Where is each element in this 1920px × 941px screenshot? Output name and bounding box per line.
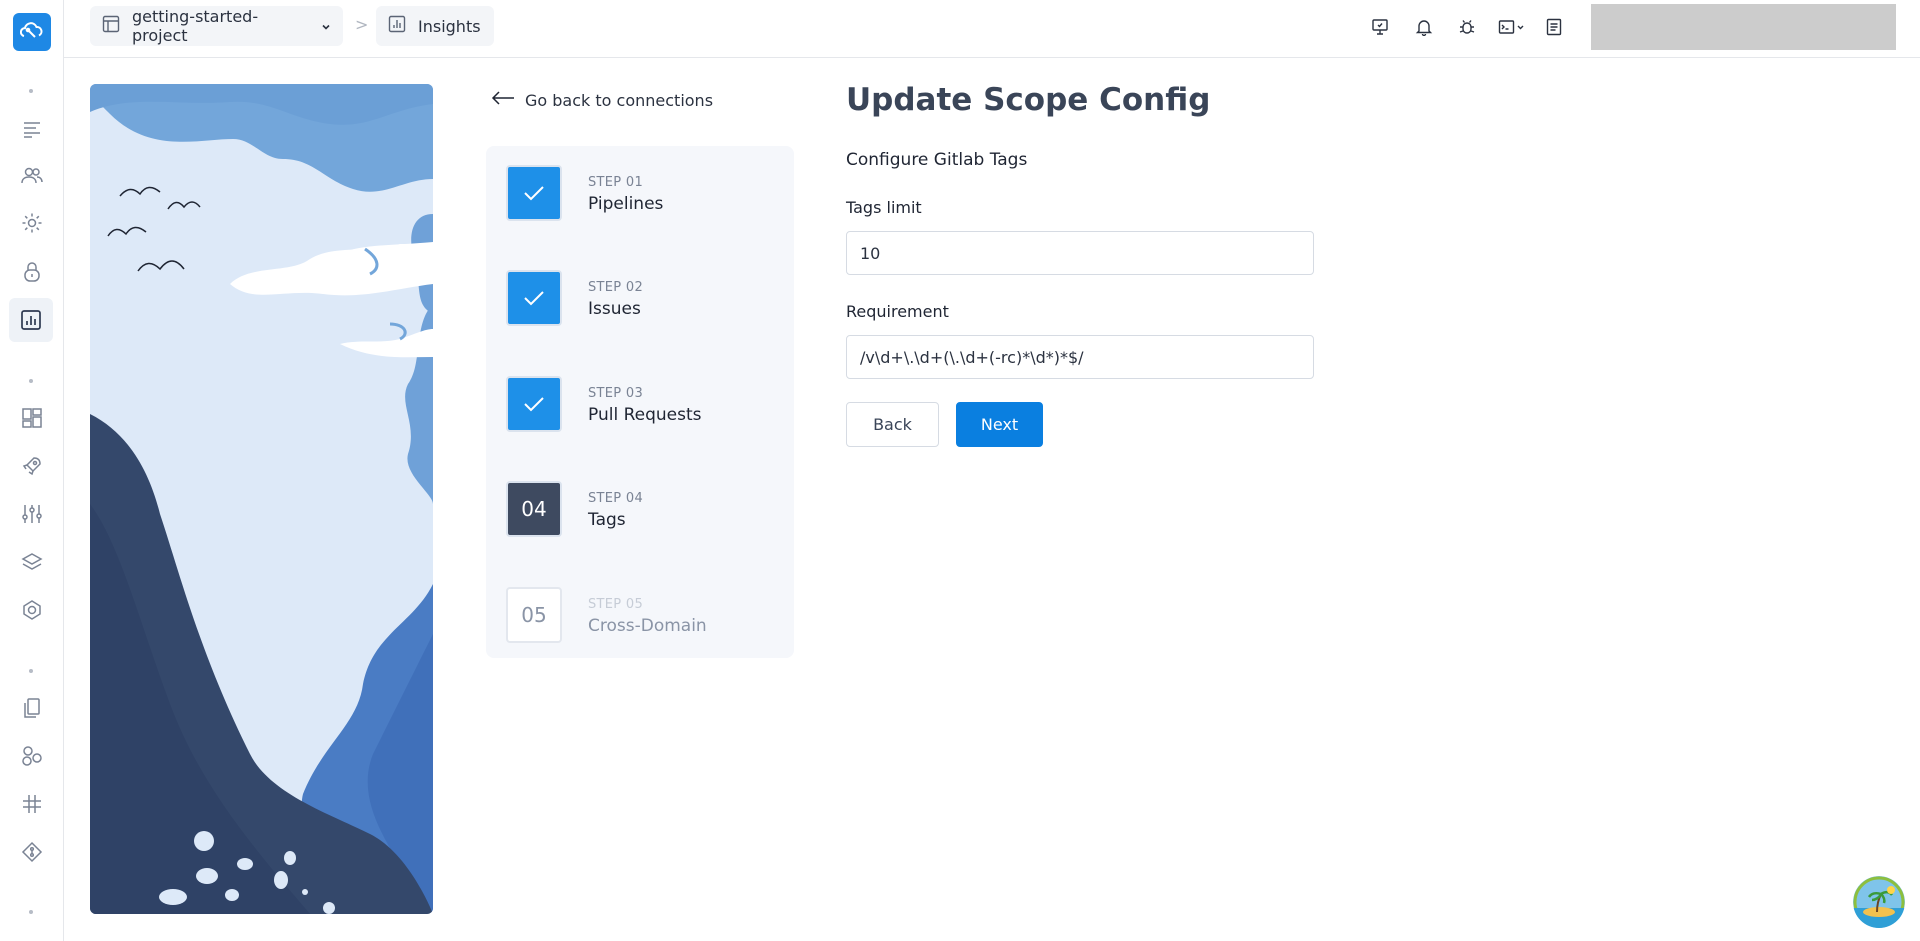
chart-icon [388,15,406,37]
step-cross-domain[interactable]: 05 STEP 05 Cross-Domain [506,587,776,647]
section-title: Configure Gitlab Tags [846,150,1028,170]
step-tags[interactable]: 04 STEP 04 Tags [506,481,776,541]
breadcrumb-page-label: Insights [418,16,481,36]
step-badge: 04 [506,481,562,537]
step-name: Cross-Domain [588,616,707,636]
project-name: getting-started-project [132,7,259,45]
requirement-label: Requirement [846,302,949,321]
helper-avatar[interactable] [1853,876,1905,928]
user-profile-redacted[interactable] [1591,4,1896,50]
breadcrumb-separator: > [355,15,369,34]
sliders-icon[interactable] [18,500,46,528]
page-title: Update Scope Config [846,82,1211,118]
badge-icon[interactable] [18,596,46,624]
bell-icon[interactable] [1413,16,1435,38]
step-number: STEP 04 [588,491,644,506]
check-icon [506,270,562,326]
step-pull-requests[interactable]: STEP 03 Pull Requests [506,376,776,436]
check-icon [506,376,562,432]
step-name: Issues [588,299,641,319]
monitor-icon[interactable] [1369,16,1391,38]
back-button[interactable]: Back [846,402,939,447]
project-table-icon [102,15,120,37]
list-icon[interactable] [18,115,46,143]
step-name: Pipelines [588,194,664,214]
rocket-icon[interactable] [18,452,46,480]
step-issues[interactable]: STEP 02 Issues [506,270,776,330]
rail-separator-dot [29,669,33,673]
back-link-label: Go back to connections [525,90,714,110]
gear-icon[interactable] [18,209,46,237]
check-icon [506,165,562,221]
dashboard-icon[interactable] [18,404,46,432]
step-badge: 05 [506,587,562,643]
bug-icon[interactable] [1456,16,1478,38]
tags-limit-input[interactable] [846,231,1314,275]
step-number: STEP 05 [588,597,644,612]
rail-separator-dot [29,910,33,914]
requirement-input[interactable] [846,335,1314,379]
breadcrumb-insights[interactable]: Insights [376,6,494,46]
git-icon[interactable] [18,838,46,866]
step-pipelines[interactable]: STEP 01 Pipelines [506,165,776,225]
chevron-down-icon [321,17,331,36]
documents-icon[interactable] [18,694,46,722]
back-to-connections-link[interactable]: Go back to connections [491,90,713,110]
steps-panel: STEP 01 Pipelines STEP 02 Issues STEP 03… [486,146,794,658]
insights-chart-icon[interactable] [9,298,53,342]
rail-separator-dot [29,89,33,93]
shapes-icon[interactable] [18,742,46,770]
top-header: getting-started-project > Insights [64,0,1920,58]
next-button[interactable]: Next [956,402,1043,447]
landscape-illustration [90,84,433,914]
plugin-icon[interactable] [18,790,46,818]
notes-icon[interactable] [1543,16,1565,38]
step-name: Pull Requests [588,405,702,425]
step-number: STEP 03 [588,386,644,401]
rail-separator-dot [29,379,33,383]
arrow-left-icon [491,90,515,110]
layers-icon[interactable] [18,548,46,576]
lock-icon[interactable] [18,258,46,286]
users-icon[interactable] [18,162,46,190]
step-number: STEP 01 [588,175,644,190]
step-number: STEP 02 [588,280,644,295]
step-name: Tags [588,510,626,530]
sidebar-rail [0,0,64,941]
tags-limit-label: Tags limit [846,198,922,217]
project-selector[interactable]: getting-started-project [90,6,343,46]
terminal-menu-icon[interactable] [1496,16,1528,38]
app-logo-icon[interactable] [13,13,51,51]
